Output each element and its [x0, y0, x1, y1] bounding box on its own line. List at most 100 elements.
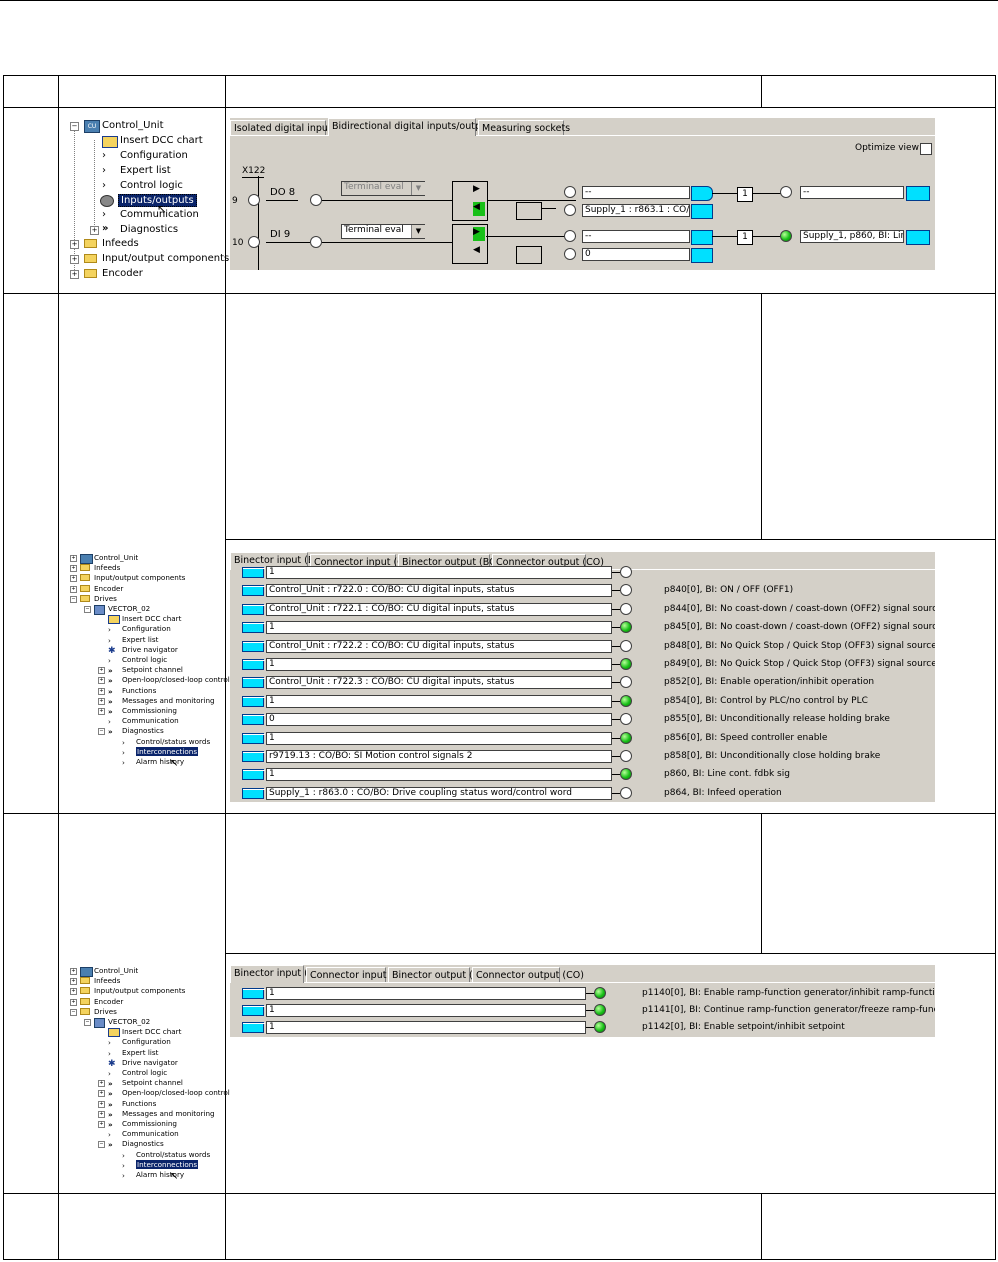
direction-switch[interactable]: ▶ ◀: [452, 224, 488, 264]
source-field[interactable]: --: [582, 230, 690, 243]
tree-item[interactable]: Configuration: [122, 1037, 171, 1046]
target-field[interactable]: Supply_1, p860, BI: Line: [800, 230, 904, 243]
signal-source-field[interactable]: 1: [266, 694, 612, 708]
tree-item[interactable]: Setpoint channel: [122, 1078, 183, 1087]
tree-item[interactable]: Encoder: [94, 584, 123, 593]
expand-toggle[interactable]: +: [70, 988, 77, 996]
tree-item[interactable]: Expert list: [122, 1048, 158, 1057]
connect-button[interactable]: [242, 714, 265, 726]
collapse-toggle[interactable]: −: [70, 122, 79, 131]
tree-item-insert-dcc[interactable]: Insert DCC chart: [120, 135, 203, 146]
signal-source-field[interactable]: 1: [266, 987, 586, 1000]
expand-toggle[interactable]: +: [98, 1100, 105, 1108]
signal-source-field[interactable]: Control_Unit : r722.2 : CO/BO: CU digita…: [266, 639, 612, 653]
tree-item[interactable]: Expert list: [122, 635, 158, 644]
tree-item[interactable]: Control logic: [122, 1068, 167, 1077]
tree-item[interactable]: Communication: [122, 716, 179, 725]
connect-button[interactable]: [242, 732, 265, 744]
connect-button[interactable]: [242, 659, 265, 670]
tree-item[interactable]: Input/output components: [94, 986, 185, 995]
source-field[interactable]: --: [582, 186, 690, 199]
signal-source-field[interactable]: Control_Unit : r722.1 : CO/BO: CU digita…: [266, 602, 612, 616]
tree-item[interactable]: Diagnostics: [122, 1139, 164, 1148]
connect-button[interactable]: [242, 677, 265, 689]
collapse-toggle[interactable]: −: [84, 1019, 91, 1026]
connect-button[interactable]: [906, 230, 930, 245]
expand-toggle[interactable]: +: [98, 677, 105, 685]
connect-button[interactable]: [242, 640, 265, 652]
expand-toggle[interactable]: +: [70, 255, 79, 264]
tree-item[interactable]: Input/output components: [94, 573, 185, 582]
tree-item[interactable]: Control_Unit: [94, 553, 138, 562]
expand-toggle[interactable]: +: [70, 565, 77, 573]
connect-button[interactable]: [906, 186, 930, 201]
tree-item-control-logic[interactable]: Control logic: [120, 180, 183, 191]
expand-toggle[interactable]: +: [70, 270, 79, 279]
signal-source-field[interactable]: 1: [266, 1021, 586, 1034]
tree-item[interactable]: Setpoint channel: [122, 665, 183, 674]
expand-toggle[interactable]: +: [70, 998, 77, 1006]
connect-button[interactable]: [242, 1022, 265, 1033]
tab-connector-output[interactable]: Connector output (CO): [472, 967, 584, 982]
tree-item-encoder[interactable]: Encoder: [102, 268, 143, 279]
tree-item[interactable]: Diagnostics: [122, 726, 164, 735]
tree-item[interactable]: Control logic: [122, 655, 167, 664]
connect-button[interactable]: [242, 988, 265, 999]
tree-item-control-unit[interactable]: Control_Unit: [102, 120, 164, 131]
tree-item[interactable]: Commissioning: [122, 706, 177, 715]
connect-button[interactable]: [691, 186, 713, 201]
tree-item[interactable]: Insert DCC chart: [122, 614, 181, 623]
tree-item-diagnostics[interactable]: Diagnostics: [120, 224, 178, 235]
expand-toggle[interactable]: +: [98, 687, 105, 695]
expand-toggle[interactable]: +: [98, 697, 105, 705]
tree-item[interactable]: VECTOR_02: [108, 604, 150, 613]
signal-source-field[interactable]: Supply_1 : r863.0 : CO/BO: Drive couplin…: [266, 786, 612, 800]
collapse-toggle[interactable]: −: [98, 1141, 105, 1149]
target-field[interactable]: --: [800, 186, 904, 199]
tab-isolated-inputs[interactable]: Isolated digital inputs: [230, 120, 337, 135]
expand-toggle[interactable]: +: [70, 585, 77, 593]
expand-toggle[interactable]: +: [70, 968, 77, 975]
collapse-toggle[interactable]: −: [70, 1008, 77, 1016]
expand-toggle[interactable]: +: [98, 1090, 105, 1098]
tree-item[interactable]: Control_Unit: [94, 966, 138, 975]
tree-item-io-components[interactable]: Input/output components: [102, 253, 229, 264]
signal-source-field[interactable]: 0: [266, 713, 612, 727]
connect-button[interactable]: [242, 603, 265, 615]
tree-item[interactable]: Interconnections: [136, 746, 199, 756]
signal-source-field[interactable]: 1: [266, 658, 612, 671]
expand-toggle[interactable]: +: [98, 1110, 105, 1118]
signal-source-field[interactable]: Control_Unit : r722.3 : CO/BO: CU digita…: [266, 676, 612, 690]
tree-item[interactable]: Communication: [122, 1129, 179, 1138]
tab-binector-output[interactable]: Binector output (BO): [388, 967, 490, 982]
tree-item[interactable]: Infeeds: [94, 563, 120, 572]
tab-connector-input[interactable]: Connector input (CI): [306, 967, 406, 982]
tree-item[interactable]: Messages and monitoring: [122, 696, 215, 705]
tree-item[interactable]: Drive navigator: [122, 645, 178, 654]
signal-source-field[interactable]: 1: [266, 1004, 586, 1017]
tree-item[interactable]: Drives: [94, 1007, 117, 1016]
tree-item-configuration[interactable]: Configuration: [120, 150, 188, 161]
tab-binector-input[interactable]: Binector input (BI): [230, 965, 321, 983]
expand-toggle[interactable]: +: [70, 575, 77, 583]
tree-item[interactable]: Open-loop/closed-loop control: [122, 1088, 230, 1097]
source-field[interactable]: 0: [582, 248, 690, 261]
connect-button[interactable]: [242, 769, 265, 781]
dropdown-arrow-icon[interactable]: ▼: [411, 182, 425, 195]
source-field[interactable]: Supply_1 : r863.1 : CO/E: [582, 204, 690, 217]
tree-item-expert-list[interactable]: Expert list: [120, 165, 171, 176]
tree-item[interactable]: Commissioning: [122, 1119, 177, 1128]
expand-toggle[interactable]: +: [70, 555, 77, 562]
tree-item[interactable]: VECTOR_02: [108, 1017, 150, 1026]
connect-button[interactable]: [691, 248, 713, 263]
expand-toggle[interactable]: +: [98, 1080, 105, 1088]
tree-item[interactable]: Insert DCC chart: [122, 1027, 181, 1036]
tree-item-infeeds[interactable]: Infeeds: [102, 238, 139, 249]
expand-toggle[interactable]: +: [98, 1121, 105, 1128]
tree-item[interactable]: Drive navigator: [122, 1058, 178, 1067]
connect-button[interactable]: [242, 751, 265, 762]
tree-item[interactable]: Drives: [94, 594, 117, 603]
collapse-toggle[interactable]: −: [84, 606, 91, 613]
collapse-toggle[interactable]: −: [98, 728, 105, 736]
connect-button[interactable]: [242, 585, 265, 597]
